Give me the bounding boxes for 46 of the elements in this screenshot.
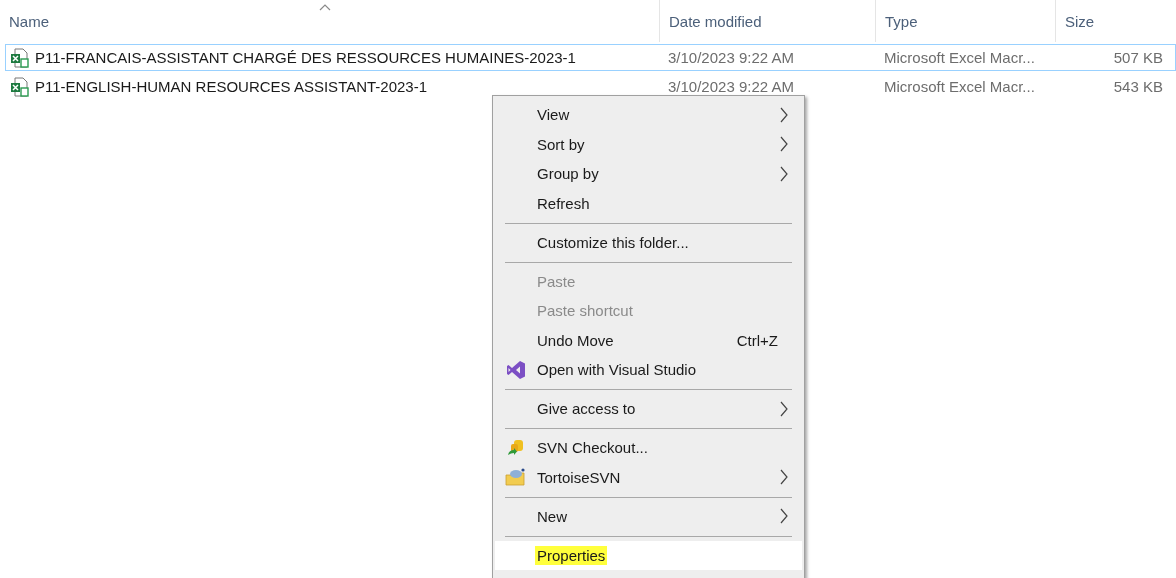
svn-checkout-icon [506, 437, 526, 458]
shortcut-label: Ctrl+Z [736, 331, 778, 349]
file-name: P11-FRANCAIS-ASSISTANT CHARGÉ DES RESSOURCES HUMAINES-2023-1 [35, 49, 576, 66]
file-row[interactable]: P11-ENGLISH-HUMAN RESOURCES ASSISTANT-2023-1 3/10/2023 9:22 AM Microsoft Excel Macr... 543 KB [5, 73, 1176, 100]
menu-item[interactable]: Properties [495, 540, 802, 570]
menu-label: Group by [537, 165, 599, 183]
menu-item[interactable]: Refresh [495, 188, 802, 218]
menu-label: Open with Visual Studio [537, 361, 696, 379]
menu-label: Undo Move [537, 331, 614, 349]
file-name: P11-ENGLISH-HUMAN RESOURCES ASSISTANT-2023-1 [35, 78, 428, 95]
size-cell: 543 KB [1113, 78, 1163, 95]
turtle-folder-icon [505, 467, 527, 488]
menu-item[interactable]: Group by [495, 159, 802, 189]
type-cell: Microsoft Excel Macr... [884, 49, 1035, 66]
type-cell: Microsoft Excel Macr... [884, 78, 1035, 95]
column-header[interactable]: Date modified [669, 12, 762, 30]
menu-label: Customize this folder... [537, 233, 689, 251]
menu-item[interactable]: View [495, 100, 802, 130]
menu-label: View [537, 106, 570, 124]
excel-file-icon [10, 47, 30, 68]
menu-label: Give access to [537, 400, 636, 418]
menu-label: Sort by [537, 135, 585, 153]
menu-label: SVN Checkout... [537, 439, 648, 457]
menu-label: Paste [537, 272, 576, 290]
menu-label: New [537, 507, 567, 525]
column-header[interactable]: Size [1065, 12, 1095, 30]
menu-item[interactable]: New [495, 501, 802, 531]
visual-studio-icon [506, 359, 526, 380]
excel-file-icon [10, 76, 30, 97]
menu-label: Paste shortcut [537, 302, 633, 320]
menu-label: TortoiseSVN [537, 468, 621, 486]
size-cell: 507 KB [1113, 49, 1163, 66]
menu-label: Properties [535, 545, 608, 565]
date-cell: 3/10/2023 9:22 AM [668, 78, 794, 95]
column-header[interactable]: Name [9, 12, 49, 30]
menu-item[interactable]: Give access to [495, 394, 802, 424]
menu-item[interactable]: Customize this folder... [495, 227, 802, 257]
menu-label: Refresh [537, 194, 590, 212]
menu-item[interactable]: Sort by [495, 129, 802, 159]
column-header[interactable]: Type [885, 12, 918, 30]
file-row[interactable]: P11-FRANCAIS-ASSISTANT CHARGÉ DES RESSOURCES HUMAINES-2023-1 3/10/2023 9:22 AM Microsoft Excel Macr... 507 KB [5, 44, 1176, 71]
menu-item[interactable]: Open with Visual Studio [495, 355, 802, 385]
menu-item[interactable]: TortoiseSVN [495, 462, 802, 492]
menu-item[interactable]: SVN Checkout... [495, 433, 802, 463]
menu-item[interactable]: Undo Move Ctrl+Z [495, 325, 802, 355]
date-cell: 3/10/2023 9:22 AM [668, 49, 794, 66]
